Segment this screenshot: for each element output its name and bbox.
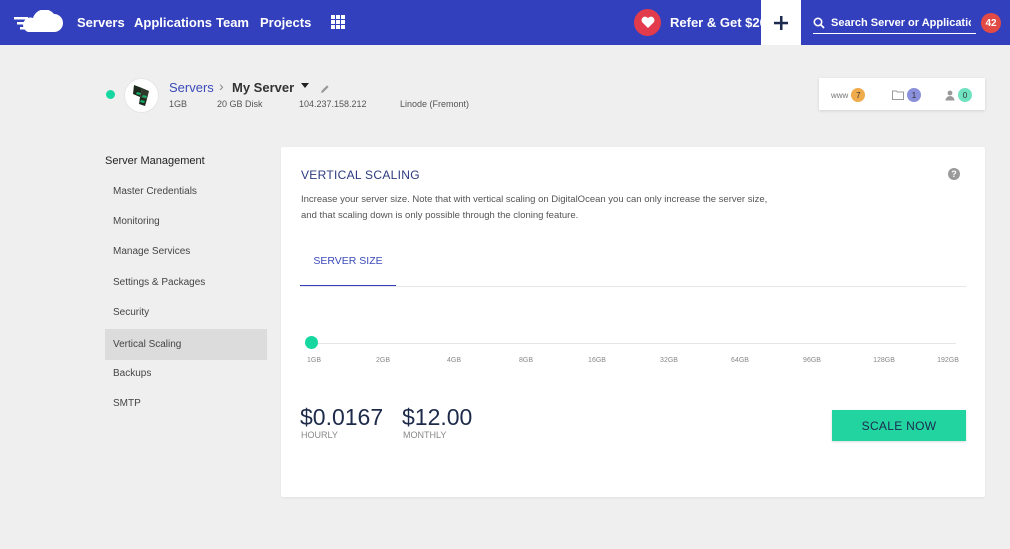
add-new-button[interactable] [761, 0, 801, 45]
server-ip: 104.237.158.212 [299, 99, 367, 109]
server-disk: 20 GB Disk [217, 99, 263, 109]
nav-team[interactable]: Team [216, 15, 249, 30]
search-bar [813, 12, 976, 34]
stat-users[interactable]: 0 [945, 88, 972, 102]
size-tick: 16GB [588, 357, 606, 364]
linode-logo-icon [132, 84, 149, 106]
folder-icon [892, 90, 904, 100]
sidebar-item-vertical-scaling[interactable]: Vertical Scaling [105, 329, 267, 360]
scale-now-button[interactable]: SCALE NOW [832, 410, 966, 441]
cloudways-logo-icon[interactable] [14, 9, 64, 36]
size-slider-handle[interactable] [305, 336, 318, 349]
search-input[interactable] [831, 16, 971, 29]
hourly-price: $0.0167 [300, 404, 384, 430]
server-provider: Linode (Fremont) [400, 99, 470, 109]
nav-projects[interactable]: Projects [260, 15, 311, 30]
sidebar-item-monitoring[interactable]: Monitoring [105, 206, 267, 237]
sidebar-item-master-credentials[interactable]: Master Credentials [105, 176, 267, 207]
size-tick: 64GB [731, 357, 749, 364]
nav-servers[interactable]: Servers [77, 15, 125, 30]
sidebar-item-settings-packages[interactable]: Settings & Packages [105, 267, 267, 298]
files-count: 1 [907, 88, 921, 102]
sidebar-item-security[interactable]: Security [105, 297, 267, 328]
users-count: 0 [958, 88, 972, 102]
plus-icon [774, 15, 788, 30]
tab-divider [300, 286, 966, 287]
apps-grid-icon[interactable] [331, 15, 345, 29]
hourly-label: HOURLY [301, 430, 338, 440]
breadcrumb-chevron-icon: › [219, 78, 224, 94]
refer-label: Refer & Get $20 [670, 14, 767, 30]
size-tick: 1GB [306, 357, 322, 364]
monthly-label: MONTHLY [403, 430, 447, 440]
page-description: Increase your server size. Note that wit… [301, 194, 768, 221]
refer-button[interactable]: Refer & Get $20 [634, 8, 767, 36]
size-tick: 4GB [446, 357, 462, 364]
size-tick: 96GB [803, 357, 821, 364]
size-tick: 128GB [873, 357, 895, 364]
top-navbar: Servers Applications Team Projects Refer… [0, 0, 1010, 45]
sidebar-title: Server Management [105, 155, 205, 167]
stat-applications[interactable]: www 7 [831, 88, 866, 102]
server-stats-box: www 7 1 0 [819, 78, 985, 110]
sidebar-item-manage-services[interactable]: Manage Services [105, 236, 267, 267]
breadcrumb-servers[interactable]: Servers [169, 80, 214, 95]
tab-server-size[interactable]: SERVER SIZE [300, 255, 396, 286]
size-tick: 192GB [937, 357, 959, 364]
notification-badge[interactable]: 42 [981, 13, 1001, 33]
vertical-scaling-card: VERTICAL SCALING ? Increase your server … [281, 147, 985, 497]
server-avatar [124, 78, 159, 113]
server-status-indicator [106, 90, 115, 99]
sidebar-item-backups[interactable]: Backups [105, 358, 267, 389]
size-tick: 32GB [660, 357, 678, 364]
edit-pencil-icon[interactable] [320, 81, 330, 99]
page-title: VERTICAL SCALING [301, 168, 420, 182]
heart-icon [634, 8, 661, 36]
size-slider-track[interactable] [311, 343, 956, 344]
help-icon[interactable]: ? [948, 168, 960, 180]
size-tick: 2GB [375, 357, 391, 364]
nav-applications[interactable]: Applications [134, 15, 212, 30]
server-dropdown-caret-icon[interactable] [301, 83, 309, 88]
breadcrumb-server-name[interactable]: My Server [232, 80, 294, 95]
user-icon [945, 90, 955, 100]
search-icon [813, 16, 825, 29]
stat-files[interactable]: 1 [892, 88, 921, 102]
server-ram: 1GB [169, 99, 188, 109]
applications-count: 7 [851, 88, 866, 102]
sidebar-item-smtp[interactable]: SMTP [105, 388, 267, 419]
www-icon: www [831, 90, 849, 100]
monthly-price: $12.00 [402, 404, 473, 430]
size-tick: 8GB [518, 357, 534, 364]
